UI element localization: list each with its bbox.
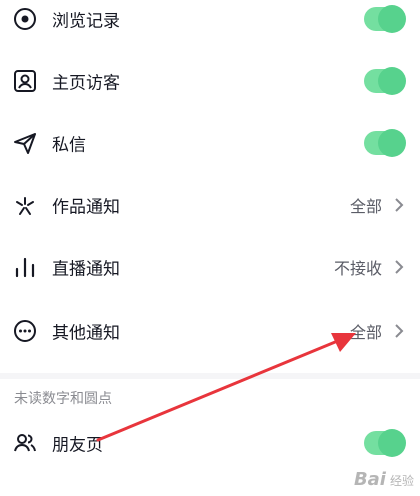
profile-visitors-toggle[interactable]: [364, 67, 406, 95]
friends-page-row[interactable]: 朋友页: [0, 412, 420, 474]
works-notification-row[interactable]: 作品通知 全部: [0, 174, 420, 236]
watermark-brand: Bai: [353, 469, 386, 490]
browse-history-row[interactable]: 浏览记录: [0, 0, 420, 50]
chevron-right-icon: [392, 258, 406, 276]
toggle-knob: [378, 67, 406, 95]
browse-history-label: 浏览记录: [52, 11, 120, 32]
chevron-right-icon: [392, 196, 406, 214]
user-card-icon: [12, 68, 38, 94]
eye-icon: [12, 6, 38, 32]
other-notification-row[interactable]: 其他通知 全部: [0, 300, 420, 362]
profile-visitors-row[interactable]: 主页访客: [0, 50, 420, 112]
private-message-row[interactable]: 私信: [0, 112, 420, 174]
other-notification-label: 其他通知: [52, 323, 120, 344]
friends-page-toggle[interactable]: [364, 429, 406, 457]
other-notification-value: 全部: [349, 323, 382, 342]
unread-section-title: 未读数字和圆点: [14, 391, 112, 407]
friends-icon: [12, 430, 38, 456]
paper-plane-icon: [12, 130, 38, 156]
live-notification-value: 不接收: [333, 259, 382, 278]
baidu-watermark: Bai 经验: [354, 469, 414, 490]
section-divider: [0, 373, 420, 379]
live-notification-row[interactable]: 直播通知 不接收: [0, 236, 420, 298]
watermark-sub: 经验: [389, 474, 414, 488]
browse-history-toggle[interactable]: [364, 5, 406, 33]
live-notification-label: 直播通知: [52, 259, 120, 280]
toggle-knob: [378, 129, 406, 157]
private-message-toggle[interactable]: [364, 129, 406, 157]
profile-visitors-label: 主页访客: [52, 73, 120, 94]
chevron-right-icon: [392, 322, 406, 340]
bar-signal-icon: [12, 254, 38, 280]
works-notification-label: 作品通知: [52, 197, 120, 218]
toggle-knob: [378, 429, 406, 457]
works-notification-value: 全部: [349, 197, 382, 216]
sparkle-icon: [12, 192, 38, 218]
friends-page-label: 朋友页: [52, 435, 103, 456]
private-message-label: 私信: [52, 135, 86, 156]
toggle-knob: [378, 5, 406, 33]
more-circle-icon: [12, 318, 38, 344]
